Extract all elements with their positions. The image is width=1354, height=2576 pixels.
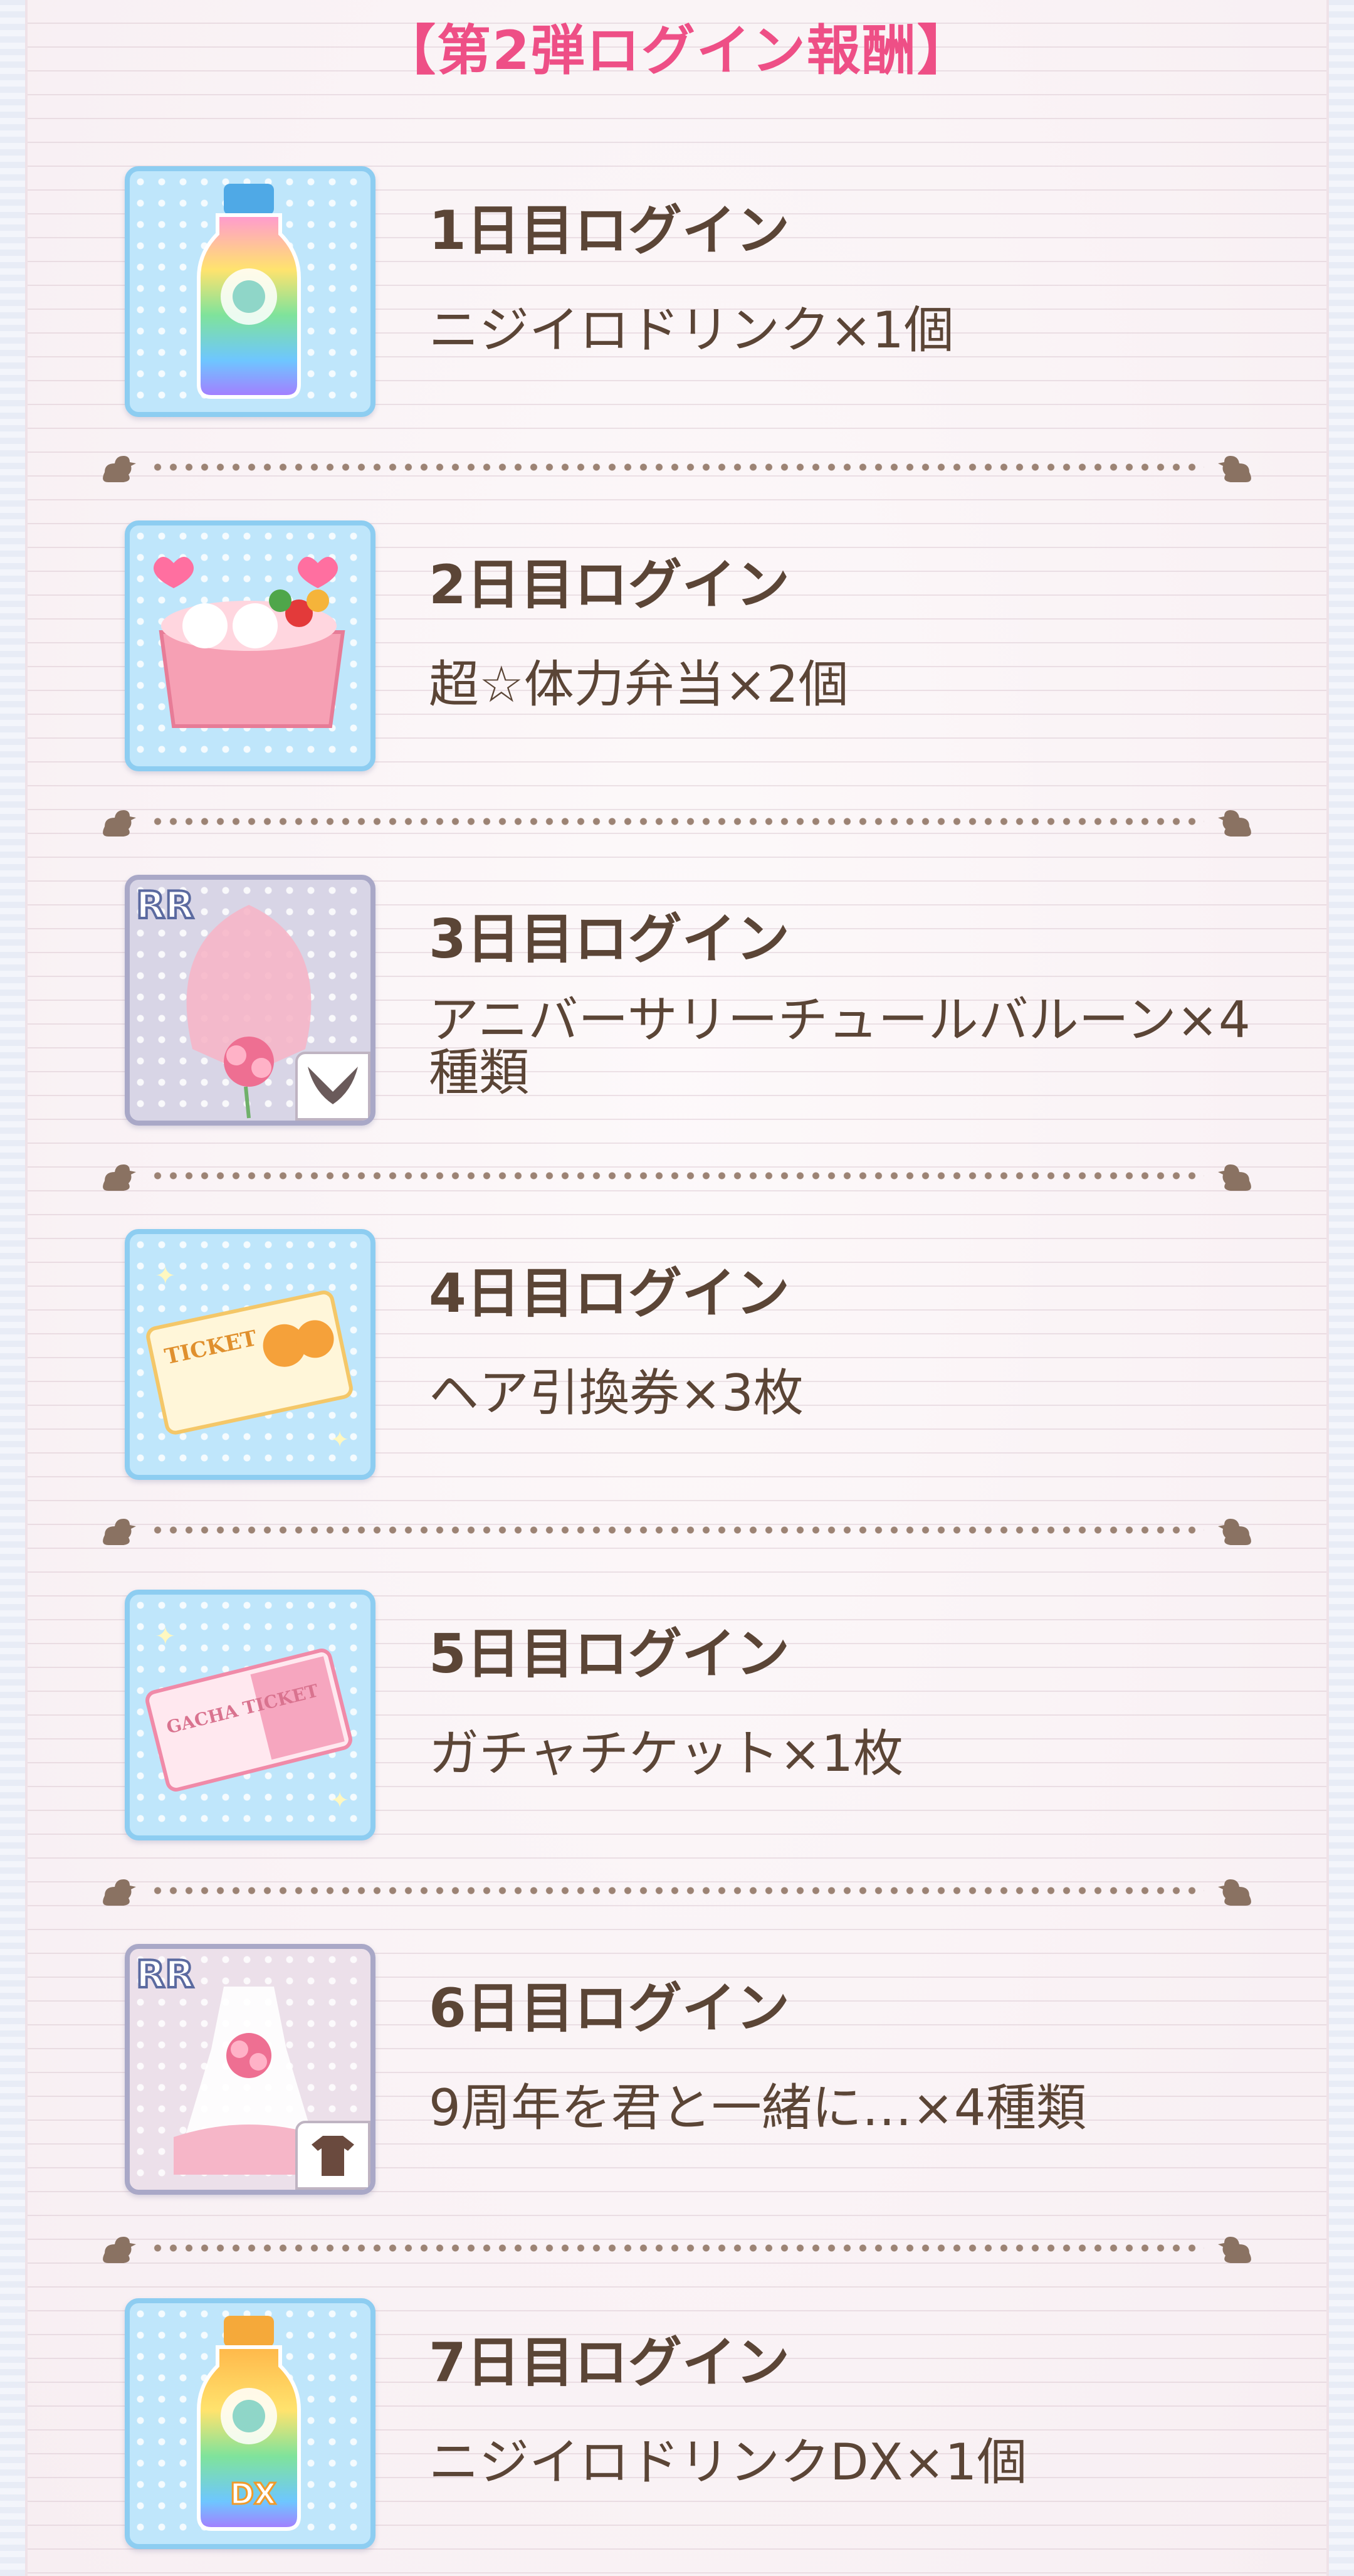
hair-ticket-icon: TICKET ✦ ✦ xyxy=(125,1229,375,1480)
svg-text:✦: ✦ xyxy=(155,1622,176,1651)
login-rewards-panel: 【第2弾ログイン報酬】 1日目ログイン ニジイロドリンク×1個 2日目ログイン … xyxy=(25,0,1329,2576)
row-divider xyxy=(100,1878,1254,1906)
row-divider xyxy=(100,2236,1254,2263)
day-label: 5日目ログイン xyxy=(429,1623,790,1686)
duck-icon xyxy=(1218,1519,1251,1545)
reward-row: DX 7日目ログイン ニジイロドリンクDX×1個 xyxy=(28,2298,1326,2562)
duck-icon xyxy=(1218,1164,1251,1191)
duck-icon xyxy=(103,1879,136,1906)
reward-name: 9周年を君と一緒に…×4種類 xyxy=(429,2079,1086,2137)
duck-icon xyxy=(103,1164,136,1191)
reward-name: ヘア引換券×3枚 xyxy=(429,1364,804,1422)
reward-row: RR 6日目ログイン 9周年を君と一緒に…×4種類 xyxy=(28,1944,1326,2207)
duck-icon xyxy=(103,1519,136,1545)
rarity-badge: RR xyxy=(135,1951,195,1998)
left-border-strip xyxy=(0,0,25,2576)
row-divider xyxy=(100,1518,1254,1545)
duck-icon xyxy=(1218,810,1251,837)
bento-box-icon xyxy=(125,520,375,771)
duck-icon xyxy=(103,810,136,837)
rainbow-drink-dx-icon: DX xyxy=(125,2298,375,2549)
row-divider xyxy=(100,809,1254,837)
reward-row: GACHA TICKET ✦ ✦ 5日目ログイン ガチャチケット×1枚 xyxy=(28,1590,1326,1853)
duck-icon xyxy=(103,2237,136,2263)
row-divider xyxy=(100,1163,1254,1191)
day-label: 3日目ログイン xyxy=(429,908,790,971)
duck-icon xyxy=(103,456,136,482)
reward-row: 2日目ログイン 超☆体力弁当×2個 xyxy=(28,520,1326,784)
rainbow-drink-icon xyxy=(125,166,375,417)
day-label: 1日目ログイン xyxy=(429,199,790,262)
rarity-badge: RR xyxy=(135,882,195,929)
wings-icon xyxy=(295,1052,370,1121)
svg-text:✦: ✦ xyxy=(330,1427,349,1453)
day-label: 2日目ログイン xyxy=(429,554,790,616)
tulle-balloon-icon: RR xyxy=(125,875,375,1126)
reward-row: TICKET ✦ ✦ 4日目ログイン ヘア引換券×3枚 xyxy=(28,1229,1326,1492)
reward-name: アニバーサリーチュールバルーン×4種類 xyxy=(429,991,1251,1102)
reward-row: 1日目ログイン ニジイロドリンク×1個 xyxy=(28,166,1326,430)
reward-name: ガチャチケット×1枚 xyxy=(429,1724,904,1783)
dress-icon xyxy=(295,2121,370,2190)
right-border-strip xyxy=(1329,0,1354,2576)
reward-name: 超☆体力弁当×2個 xyxy=(429,655,849,714)
duck-icon xyxy=(1218,456,1251,482)
duck-icon xyxy=(1218,2237,1251,2263)
day-label: 4日目ログイン xyxy=(429,1262,790,1325)
gacha-ticket-icon: GACHA TICKET ✦ ✦ xyxy=(125,1590,375,1840)
svg-text:✦: ✦ xyxy=(155,1262,176,1291)
reward-name: ニジイロドリンク×1個 xyxy=(429,301,954,359)
page-title: 【第2弾ログイン報酬】 xyxy=(382,19,972,82)
day-label: 7日目ログイン xyxy=(429,2331,790,2394)
reward-row: RR 3日目ログイン アニバーサリーチュールバルーン×4種類 xyxy=(28,875,1326,1138)
svg-text:✦: ✦ xyxy=(330,1788,349,1813)
row-divider xyxy=(100,455,1254,482)
reward-name: ニジイロドリンクDX×1個 xyxy=(429,2433,1027,2491)
day-label: 6日目ログイン xyxy=(429,1977,790,2040)
duck-icon xyxy=(1218,1879,1251,1906)
svg-text:DX: DX xyxy=(230,2477,276,2511)
anniversary-dress-icon: RR xyxy=(125,1944,375,2195)
